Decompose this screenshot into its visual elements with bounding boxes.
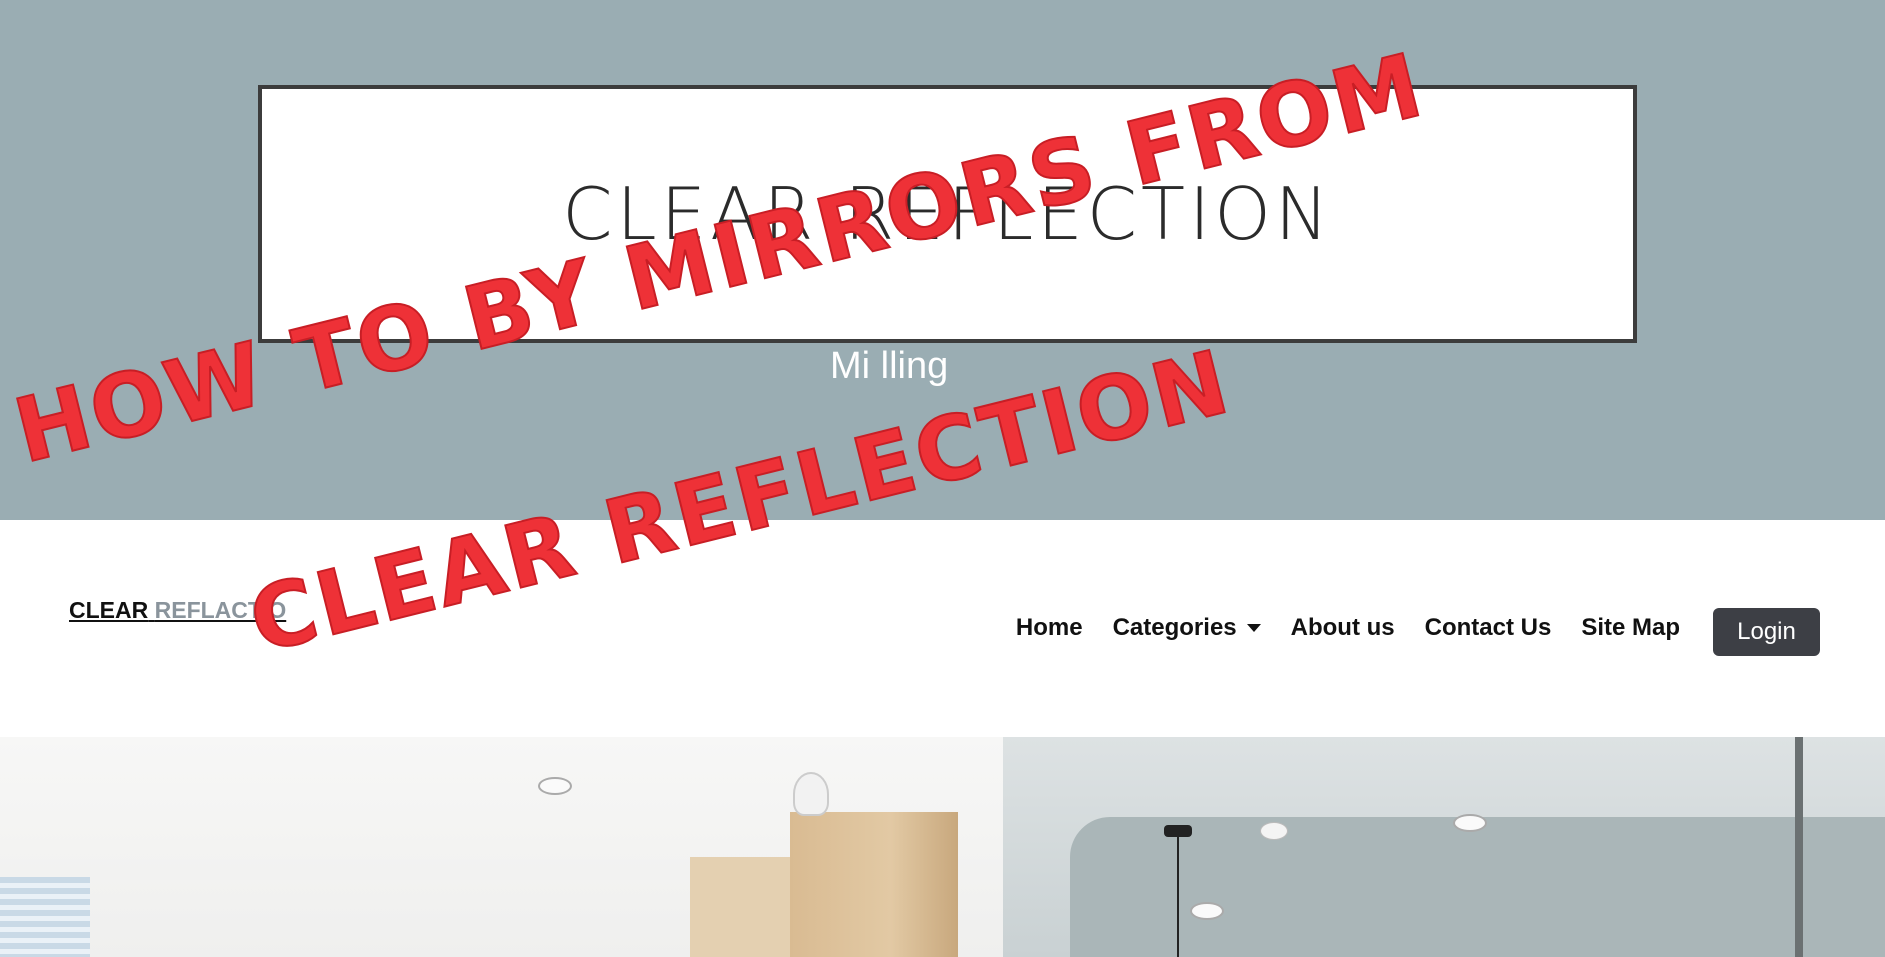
logo-box: CLEAR REFLECTION <box>258 85 1637 343</box>
mirror-surface <box>1070 817 1885 957</box>
downlight <box>538 777 572 795</box>
nav-about[interactable]: About us <box>1291 614 1395 642</box>
nav-home[interactable]: Home <box>1016 614 1083 642</box>
pendant-cord <box>1177 832 1179 957</box>
cabinet-side <box>690 857 790 957</box>
brand-link[interactable]: CLEAR REFLACTIO <box>69 597 286 624</box>
logo-text: CLEAR REFLECTION <box>562 172 1333 256</box>
nav-sitemap[interactable]: Site Map <box>1581 614 1680 642</box>
nav-links: Home Categories About us Contact Us Site… <box>1016 614 1680 642</box>
downlight <box>1453 814 1487 832</box>
brand-part2: REFLACTIO <box>154 597 287 623</box>
nav-contact[interactable]: Contact Us <box>1425 614 1552 642</box>
login-button[interactable]: Login <box>1713 608 1820 656</box>
nav-categories-dropdown[interactable]: Categories <box>1113 614 1261 642</box>
mirror-frame <box>1795 737 1803 957</box>
smoke-detector <box>1260 822 1288 840</box>
camera-icon <box>793 772 829 816</box>
hero-banner: CLEAR REFLECTION Mi lling <box>0 0 1885 520</box>
downlight <box>1190 902 1224 920</box>
wooden-cabinet <box>790 812 958 957</box>
window-blind <box>0 877 90 957</box>
hero-tagline: Mi lling <box>830 345 949 387</box>
caret-down-icon <box>1246 624 1261 632</box>
nav-categories-label: Categories <box>1112 614 1237 641</box>
brand-part1: CLEAR <box>69 597 149 623</box>
interior-photo-banner <box>0 737 1885 957</box>
